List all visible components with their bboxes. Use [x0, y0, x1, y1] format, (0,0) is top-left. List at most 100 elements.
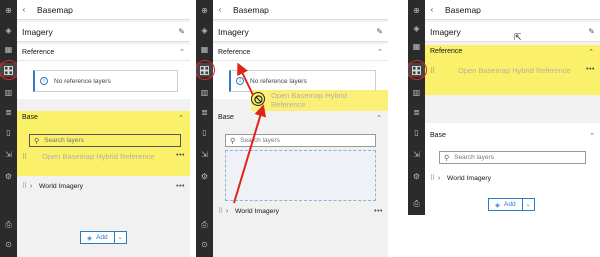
bookmark-icon[interactable]: ▯ — [196, 126, 213, 140]
ellipsis-icon[interactable]: ••• — [176, 152, 185, 159]
share-icon[interactable]: ⇲ — [196, 148, 213, 162]
settings-icon[interactable]: ⚙ — [0, 170, 17, 184]
info-icon: i — [40, 77, 48, 85]
layers-add-icon: ◈ — [87, 234, 92, 242]
search-icon: ⚲ — [444, 154, 450, 162]
pencil-icon[interactable]: ✎ — [376, 27, 383, 36]
drag-ghost-text: Open Basemap Hybrid Reference — [271, 91, 347, 109]
reference-header[interactable]: Reference ⌃ — [17, 44, 190, 61]
add-button[interactable]: ◈ Add — [80, 231, 115, 244]
layers-icon[interactable]: ◈ — [196, 24, 213, 38]
layer-row[interactable]: ⠿ › World Imagery ••• — [213, 204, 388, 218]
add-layer-icon[interactable]: ⊕ — [408, 4, 425, 18]
panel-title: Basemap — [233, 4, 269, 15]
base-header[interactable]: Base ⌃ — [425, 127, 600, 144]
basemap-name-row: Imagery ✎ — [213, 22, 388, 42]
panel-before: ⊕ ◈ ▦ ▥ ≣ ▯ ⇲ ⚙ ⎙ ⊙ ‹ Basemap Imagery ✎ — [0, 0, 190, 257]
chevron-up-icon[interactable]: ⌃ — [376, 114, 382, 122]
search-input[interactable]: ⚲ Search layers — [29, 134, 181, 147]
search-icon: ⚲ — [230, 137, 236, 145]
add-dropdown-button[interactable]: ⌄ — [522, 198, 535, 211]
tool-rail: ⊕ ◈ ▦ ▥ ≣ ▯ ⇲ ⚙ ⎙ — [408, 0, 425, 215]
add-button[interactable]: ◈ Add — [488, 198, 523, 211]
search-input[interactable]: ⚲ Search layers — [439, 151, 586, 164]
add-layer-icon[interactable]: ⊕ — [196, 4, 213, 18]
grip-icon[interactable]: ⠿ — [430, 174, 438, 182]
ellipsis-icon[interactable]: ••• — [374, 208, 383, 215]
chevron-up-icon[interactable]: ⌃ — [178, 114, 184, 122]
layer-name: Open Basemap Hybrid Reference — [458, 66, 571, 75]
layer-name: World Imagery — [235, 207, 280, 215]
basemap-name-row: Imagery ✎ — [425, 22, 600, 42]
layers-add-icon: ◈ — [495, 201, 500, 209]
layers-icon[interactable]: ◈ — [0, 24, 17, 38]
reference-label: Reference — [218, 48, 251, 56]
reference-label: Reference — [22, 48, 55, 56]
chart-icon[interactable]: ▥ — [196, 86, 213, 100]
search-input[interactable]: ⚲ Search layers — [225, 134, 376, 147]
settings-icon[interactable]: ⚙ — [408, 170, 425, 184]
ellipsis-icon[interactable]: ••• — [176, 183, 185, 190]
add-dropdown-button[interactable]: ⌄ — [114, 231, 127, 244]
chevron-up-icon[interactable]: ⌃ — [377, 48, 383, 56]
screenshot: ⊕ ◈ ▦ ▥ ≣ ▯ ⇲ ⚙ ⎙ ⊙ ‹ Basemap Imagery ✎ — [0, 0, 600, 257]
table-icon[interactable]: ▦ — [196, 43, 213, 57]
add-button-group: ◈ Add ⌄ — [80, 231, 127, 244]
list-icon[interactable]: ≣ — [408, 106, 425, 120]
layer-name: World Imagery — [447, 174, 492, 182]
add-label: Add — [504, 201, 516, 208]
no-reference-notice: i No reference layers — [33, 70, 178, 92]
grip-icon[interactable]: ⠿ — [218, 207, 226, 215]
layer-row[interactable]: ⠿ Open Basemap Hybrid Reference ••• — [430, 66, 595, 75]
chevron-left-icon[interactable]: ‹ — [17, 5, 31, 14]
chart-icon[interactable]: ▥ — [0, 86, 17, 100]
bookmark-icon[interactable]: ▯ — [408, 126, 425, 140]
grip-icon[interactable]: ⠿ — [430, 67, 438, 75]
ellipsis-icon[interactable]: ••• — [586, 66, 595, 73]
settings-icon[interactable]: ⚙ — [196, 170, 213, 184]
chevron-up-icon[interactable]: ⌃ — [588, 48, 594, 56]
add-layer-icon[interactable]: ⊕ — [0, 4, 17, 18]
panel-after: ⊕ ◈ ▦ ▥ ≣ ▯ ⇲ ⚙ ⎙ ‹ Basemap Imagery ✎ ⇱ — [408, 0, 600, 215]
pencil-icon[interactable]: ✎ — [178, 27, 185, 36]
chevron-up-icon[interactable]: ⌃ — [179, 48, 185, 56]
chevron-right-icon[interactable]: › — [30, 183, 39, 190]
table-icon[interactable]: ▦ — [0, 43, 17, 57]
dragging-layer-row[interactable]: ⠿ Open Basemap Hybrid Reference ••• — [22, 152, 185, 161]
chevron-left-icon[interactable]: ‹ — [213, 5, 227, 14]
no-reference-notice: i No reference layers — [229, 70, 376, 92]
reference-label: Reference — [430, 48, 463, 55]
base-label: Base — [22, 114, 38, 121]
table-icon[interactable]: ▦ — [408, 40, 425, 54]
list-icon[interactable]: ≣ — [0, 106, 17, 120]
share-icon[interactable]: ⇲ — [0, 148, 17, 162]
print-icon[interactable]: ⎙ — [408, 197, 425, 211]
chevron-up-icon[interactable]: ⌃ — [589, 132, 595, 140]
grip-icon[interactable]: ⠿ — [22, 182, 30, 190]
chevron-right-icon[interactable]: › — [438, 175, 447, 182]
layers-icon[interactable]: ◈ — [408, 22, 425, 36]
chevron-right-icon[interactable]: › — [226, 208, 235, 215]
print-icon[interactable]: ⎙ — [0, 218, 17, 232]
panel-header: ‹ Basemap — [213, 0, 388, 20]
no-drop-icon — [251, 92, 265, 106]
dragging-layer-name: Open Basemap Hybrid Reference — [42, 152, 155, 161]
chart-icon[interactable]: ▥ — [408, 86, 425, 100]
basemap-name-row: Imagery ✎ — [17, 22, 190, 42]
chevron-left-icon[interactable]: ‹ — [425, 5, 439, 14]
help-icon[interactable]: ⊙ — [0, 238, 17, 252]
drop-zone[interactable] — [225, 150, 376, 201]
list-icon[interactable]: ≣ — [196, 106, 213, 120]
pencil-icon[interactable]: ✎ — [588, 27, 595, 36]
reference-header[interactable]: Reference ⌃ — [213, 44, 388, 61]
basemap-name: Imagery — [430, 26, 461, 37]
layer-name: World Imagery — [39, 182, 84, 190]
panel-title: Basemap — [445, 4, 481, 15]
print-icon[interactable]: ⎙ — [196, 218, 213, 232]
layer-row[interactable]: ⠿ › World Imagery ••• — [17, 179, 190, 193]
help-icon[interactable]: ⊙ — [196, 238, 213, 252]
bookmark-icon[interactable]: ▯ — [0, 126, 17, 140]
layer-row[interactable]: ⠿ › World Imagery — [425, 171, 600, 185]
grip-icon[interactable]: ⠿ — [22, 153, 30, 161]
share-icon[interactable]: ⇲ — [408, 148, 425, 162]
